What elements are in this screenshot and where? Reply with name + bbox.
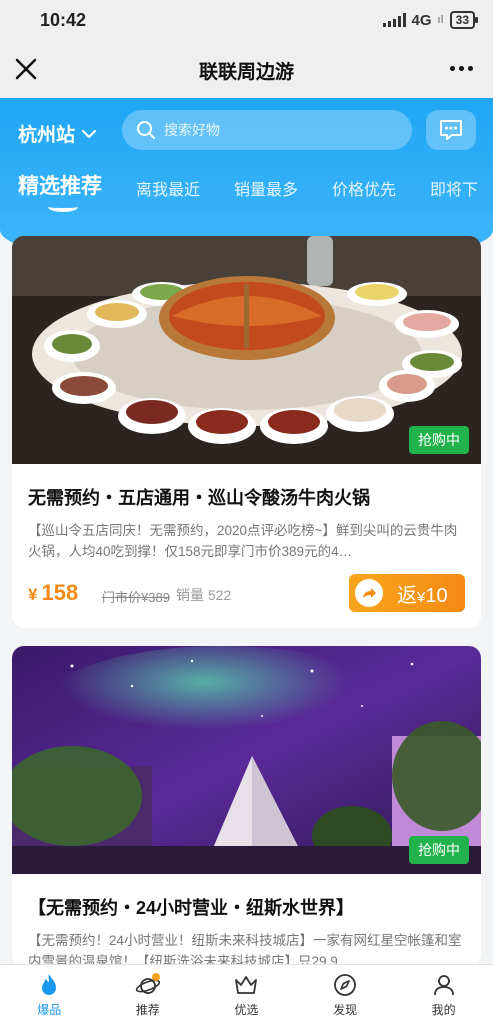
tab-price[interactable]: 价格优先 [332, 176, 396, 200]
original-price: 门市价¥389 [102, 590, 170, 605]
crown-icon [235, 975, 258, 994]
nav-discover[interactable]: 发现 [296, 965, 395, 1024]
message-button[interactable] [426, 110, 476, 150]
product-card[interactable]: 抢购中 【无需预约・24小时营业・纽斯水世界】 【无需预约！24小时营业！纽斯未… [12, 646, 481, 966]
tab-coming-soon[interactable]: 即将下 [430, 176, 478, 200]
nav-label: 发现 [333, 1002, 358, 1017]
share-rebate-button[interactable]: 返¥10 [349, 574, 465, 612]
search-input[interactable] [164, 122, 384, 138]
search-icon [137, 121, 155, 139]
tab-featured[interactable]: 精选推荐 [18, 170, 102, 212]
status-badge: 抢购中 [409, 426, 469, 454]
sales-count: 销量 522 [176, 587, 232, 603]
price-row: ¥158 门市价¥389 销量 522 返¥10 [28, 574, 465, 612]
price: ¥158 [28, 580, 78, 606]
bottom-nav: 爆品 推荐 优选 发现 我的 [0, 964, 493, 1024]
currency-symbol: ¥ [28, 585, 38, 604]
city-label: 杭州站 [18, 125, 76, 146]
status-bar: 10:42 4G ıl 33 [0, 0, 493, 40]
nav-hot-items[interactable]: 爆品 [0, 965, 99, 1024]
nav-selected[interactable]: 优选 [197, 965, 296, 1024]
rebate-value: 10 [425, 584, 448, 607]
status-indicators: 4G ıl 33 [382, 11, 479, 29]
more-dot [459, 66, 464, 71]
product-image[interactable]: 抢购中 [12, 236, 481, 464]
flame-icon [42, 973, 57, 995]
status-badge: 抢购中 [409, 836, 469, 864]
category-tabs: 精选推荐 离我最近 销量最多 价格优先 即将下 [18, 170, 493, 212]
battery-icon: 33 [449, 11, 479, 29]
rebate-prefix: 返 [397, 584, 417, 607]
search-box[interactable] [122, 110, 412, 150]
product-description: 【无需预约！24小时营业！纽斯未来科技城店】一家有网红星空帐篷和室内雪景的温泉馆… [28, 933, 462, 966]
nav-profile[interactable]: 我的 [394, 965, 493, 1024]
price-value: 158 [41, 580, 79, 605]
product-description: 【巡山令五店同庆！无需预约，2020点评必吃榜~】鲜到尖叫的云贵牛肉火锅，人均4… [28, 523, 458, 559]
signal-bars-icon: ıl [437, 14, 444, 26]
message-icon [440, 120, 462, 140]
more-dot [468, 66, 473, 71]
city-selector[interactable]: 杭州站 [18, 120, 97, 147]
product-card[interactable]: 抢购中 无需预约・五店通用・巡山令酸汤牛肉火锅 【巡山令五店同庆！无需预约，20… [12, 236, 481, 628]
compass-icon [334, 973, 356, 996]
product-image[interactable]: 抢购中 [12, 646, 481, 874]
tab-best-selling[interactable]: 销量最多 [234, 176, 298, 200]
product-title[interactable]: 【无需预约・24小时营业・纽斯水世界】 [28, 894, 465, 920]
tab-nearest[interactable]: 离我最近 [136, 176, 200, 200]
status-time: 10:42 [40, 10, 87, 30]
rebate-amount: 返¥10 [397, 579, 448, 608]
share-icon [355, 579, 383, 607]
page-title: 联联周边游 [198, 62, 294, 83]
more-dot [450, 66, 455, 71]
network-type: 4G [411, 11, 432, 29]
title-bar: 联联周边游 [0, 40, 493, 98]
nav-label: 推荐 [135, 1002, 160, 1017]
nav-label: 优选 [234, 1002, 259, 1017]
nav-label: 爆品 [37, 1002, 62, 1017]
signal-icon [382, 13, 406, 27]
more-button[interactable] [450, 66, 473, 71]
nav-recommend[interactable]: 推荐 [99, 965, 198, 1024]
planet-icon [135, 972, 161, 994]
product-title[interactable]: 无需预约・五店通用・巡山令酸汤牛肉火锅 [28, 484, 465, 510]
nav-label: 我的 [431, 1002, 456, 1017]
chevron-down-icon [81, 129, 97, 138]
user-icon [433, 974, 454, 995]
